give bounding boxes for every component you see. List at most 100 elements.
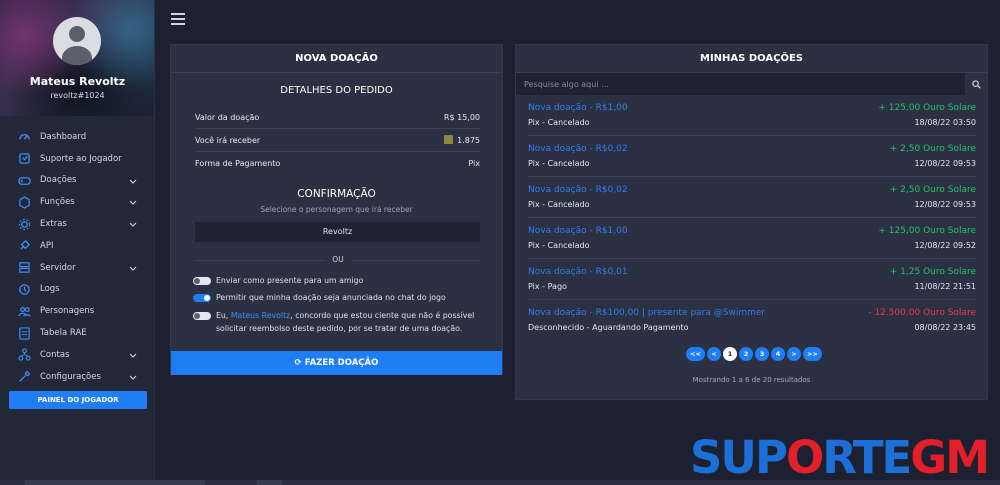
search-button[interactable]	[965, 73, 987, 95]
donation-item[interactable]: Nova doação - R$1,00 Pix - Cancelado + 125…	[528, 95, 976, 136]
sidebar-item-label: Extras	[40, 219, 67, 230]
pagination-button[interactable]: >>	[803, 347, 822, 361]
donation-item[interactable]: Nova doação - R$0,01 Pix - Pago + 1,25 Our…	[528, 259, 976, 300]
donation-date: 12/08/22 09:52	[914, 241, 976, 250]
sidebar-item-servidor[interactable]: Servidor	[0, 257, 154, 279]
support-icon	[17, 152, 31, 166]
announce-option: Permitir que minha doação seja anunciada…	[193, 292, 483, 305]
chevron-down-icon	[129, 375, 137, 380]
suportegm-logo: SUPORTEGM	[690, 431, 990, 484]
hamburger-menu-icon[interactable]	[171, 13, 185, 25]
donation-date: 12/08/22 09:53	[914, 200, 976, 209]
detail-row-amount: Valor da doação R$ 15,00	[195, 106, 480, 129]
donation-status: Pix - Cancelado	[528, 200, 590, 209]
player-panel-button[interactable]: PAINEL DO JOGADOR	[9, 391, 147, 409]
pagination-button[interactable]: <<	[686, 347, 705, 361]
donation-item[interactable]: Nova doação - R$0,02 Pix - Cancelado + 2,5…	[528, 136, 976, 177]
chevron-down-icon	[129, 222, 137, 228]
avatar[interactable]	[53, 17, 101, 65]
announce-toggle[interactable]	[193, 294, 211, 302]
search-bar	[516, 73, 987, 95]
pagination-button[interactable]: >	[787, 347, 801, 361]
sidebar-item-label: Tabela RAE	[40, 328, 87, 339]
sidebar-nav: Dashboard Suporte ao Jogador Doações Funçõe…	[0, 116, 154, 388]
sidebar-item-configurações[interactable]: Configurações	[0, 366, 154, 388]
gear-icon	[17, 217, 31, 231]
detail-row-payment: Forma de Pagamento Pix	[195, 152, 480, 175]
tools-icon	[17, 370, 31, 384]
new-donation-title: NOVA DOAÇÃO	[171, 45, 502, 73]
donation-item[interactable]: Nova doação - R$100,00 | presente para @…	[528, 300, 976, 341]
detail-value: R$ 15,00	[443, 112, 480, 122]
new-donation-panel: NOVA DOAÇÃO DETALHES DO PEDIDO Valor da …	[170, 44, 503, 375]
pagination-button[interactable]: 2	[739, 347, 753, 361]
donation-title[interactable]: Nova doação - R$1,00	[528, 103, 628, 113]
sidebar: Mateus Revoltz revoltz#1024 Dashboard Sup…	[0, 0, 155, 485]
chevron-down-icon	[129, 179, 137, 184]
sidebar-item-dashboard[interactable]: Dashboard	[0, 126, 154, 148]
sidebar-item-extras[interactable]: Extras	[0, 213, 154, 235]
terms-toggle[interactable]	[193, 312, 211, 320]
search-input[interactable]	[524, 73, 954, 95]
donation-title[interactable]: Nova doação - R$0,01	[528, 267, 628, 277]
detail-label: Forma de Pagamento	[195, 159, 281, 168]
pagination-button[interactable]: <	[707, 347, 721, 361]
pagination-button[interactable]: 3	[755, 347, 769, 361]
detail-value: Pix	[468, 159, 480, 168]
network-icon	[17, 348, 31, 362]
donation-amount: - 12.500,00 Ouro Solare	[868, 308, 976, 318]
donation-item[interactable]: Nova doação - R$1,00 Pix - Cancelado + 125…	[528, 218, 976, 259]
pagination-button[interactable]: 4	[771, 347, 785, 361]
my-donations-title: MINHAS DOAÇÕES	[516, 45, 987, 73]
sidebar-item-api[interactable]: API	[0, 235, 154, 257]
donation-title[interactable]: Nova doação - R$100,00 | presente para @…	[528, 308, 765, 318]
speedometer-icon	[17, 130, 31, 144]
terms-label: Eu, Mateus Revoltz, concordo que estou c…	[216, 311, 475, 333]
table-icon	[17, 326, 31, 340]
sidebar-item-label: Funções	[40, 197, 75, 208]
donation-date: 18/08/22 03:50	[914, 118, 976, 127]
donation-item[interactable]: Nova doação - R$0,02 Pix - Cancelado + 2,5…	[528, 177, 976, 218]
detail-label: Valor da doação	[195, 112, 260, 122]
pagination: << <1 2 3 4 > >>	[686, 347, 824, 361]
sidebar-item-contas[interactable]: Contas	[0, 344, 154, 366]
search-icon	[971, 79, 981, 89]
sidebar-item-label: Contas	[40, 349, 70, 360]
coin-icon	[444, 135, 454, 144]
chevron-down-icon	[129, 200, 137, 206]
donation-title[interactable]: Nova doação - R$0,02	[528, 185, 628, 195]
sidebar-item-doações[interactable]: Doações	[0, 170, 154, 192]
profile-name: Mateus Revoltz	[29, 75, 126, 88]
confirmation-title: CONFIRMAÇÃO	[297, 188, 376, 200]
donation-status: Desconhecido - Aguardando Pagamento	[528, 323, 689, 332]
character-select[interactable]: Revoltz	[195, 222, 480, 242]
sidebar-item-suporte-ao-jogador[interactable]: Suporte ao Jogador	[0, 148, 154, 170]
pagination-button[interactable]: 1	[723, 347, 737, 361]
users-icon	[17, 304, 31, 318]
donation-amount: + 125,00 Ouro Solare	[878, 103, 976, 113]
sidebar-item-label: Servidor	[40, 262, 76, 273]
detail-row-receive: Você irá receber 1.875	[195, 129, 480, 152]
profile-tag: revoltz#1024	[50, 91, 105, 100]
donation-date: 08/08/22 23:45	[914, 323, 976, 332]
make-donation-button[interactable]: ⟳ FAZER DOAÇÃO	[171, 351, 502, 375]
gift-toggle[interactable]	[193, 277, 211, 285]
sidebar-item-funções[interactable]: Funções	[0, 191, 154, 213]
donation-status: Pix - Pago	[528, 282, 567, 291]
donation-title[interactable]: Nova doação - R$1,00	[528, 226, 628, 236]
sidebar-item-label: Personagens	[40, 306, 95, 317]
or-label: OU	[324, 255, 352, 264]
sidebar-item-label: API	[40, 240, 54, 251]
sidebar-item-tabela-rae[interactable]: Tabela RAE	[0, 322, 154, 344]
confirmation-subtitle: Selecione o personagem que irá receber	[260, 205, 413, 214]
donation-title[interactable]: Nova doação - R$0,02	[528, 144, 628, 154]
my-donations-panel: MINHAS DOAÇÕES Nova doação - R$1,00 Pix -…	[515, 44, 988, 400]
server-icon	[17, 261, 31, 275]
results-summary: Mostrando 1 a 6 de 20 resultados	[692, 376, 811, 384]
chevron-down-icon	[129, 353, 137, 358]
sidebar-item-personagens[interactable]: Personagens	[0, 300, 154, 322]
chevron-down-icon	[129, 266, 137, 271]
donation-status: Pix - Cancelado	[528, 118, 590, 127]
profile-link[interactable]: Mateus Revoltz	[231, 311, 290, 320]
sidebar-item-logs[interactable]: Logs	[0, 279, 154, 301]
